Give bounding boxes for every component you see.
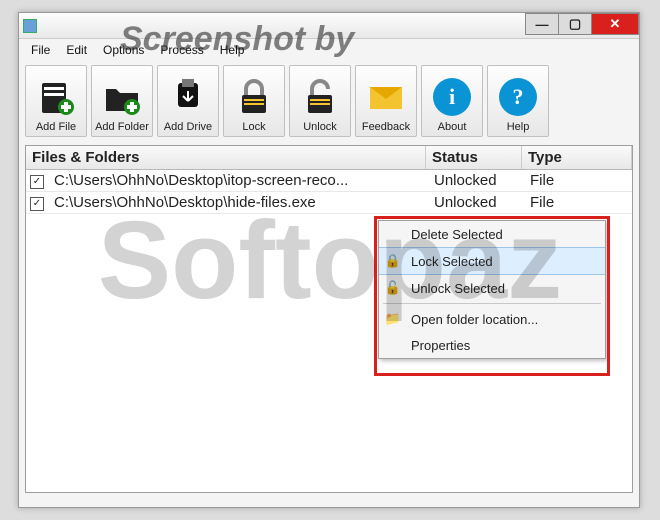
add-drive-button[interactable]: Add Drive bbox=[157, 65, 219, 137]
row-path: C:\Users\OhhNo\Desktop\itop-screen-reco.… bbox=[48, 170, 428, 191]
menubar: File Edit Options Process Help bbox=[19, 39, 639, 61]
menu-help[interactable]: Help bbox=[212, 41, 253, 59]
toolbar-label: Feedback bbox=[362, 121, 410, 133]
maximize-button[interactable]: ▢ bbox=[558, 13, 592, 35]
folder-add-icon bbox=[102, 77, 142, 117]
unlock-icon: 🔓 bbox=[383, 280, 403, 296]
col-header-type[interactable]: Type bbox=[522, 146, 632, 169]
ctx-open-location[interactable]: 📁 Open folder location... bbox=[379, 306, 605, 332]
help-button[interactable]: ? Help bbox=[487, 65, 549, 137]
info-icon: i bbox=[432, 77, 472, 117]
ctx-properties[interactable]: Properties bbox=[379, 332, 605, 358]
ctx-label: Lock Selected bbox=[411, 254, 493, 269]
minimize-button[interactable]: — bbox=[525, 13, 559, 35]
about-button[interactable]: i About bbox=[421, 65, 483, 137]
row-status: Unlocked bbox=[428, 170, 524, 191]
feedback-button[interactable]: Feedback bbox=[355, 65, 417, 137]
add-folder-button[interactable]: Add Folder bbox=[91, 65, 153, 137]
menu-process[interactable]: Process bbox=[152, 41, 211, 59]
toolbar-label: Add File bbox=[36, 121, 76, 133]
row-type: File bbox=[524, 170, 632, 191]
ctx-label: Properties bbox=[411, 338, 470, 353]
col-header-status[interactable]: Status bbox=[426, 146, 522, 169]
ctx-delete[interactable]: Delete Selected bbox=[379, 221, 605, 247]
toolbar-label: About bbox=[438, 121, 467, 133]
toolbar-label: Help bbox=[507, 121, 530, 133]
context-menu: Delete Selected 🔒 Lock Selected 🔓 Unlock… bbox=[378, 220, 606, 359]
unlock-icon bbox=[300, 77, 340, 117]
app-icon bbox=[23, 19, 37, 33]
ctx-lock[interactable]: 🔒 Lock Selected bbox=[379, 247, 605, 275]
lock-icon: 🔒 bbox=[383, 253, 403, 269]
row-path: C:\Users\OhhNo\Desktop\hide-files.exe bbox=[48, 192, 428, 213]
row-checkbox[interactable]: ✓ bbox=[30, 175, 44, 189]
window-controls: — ▢ ✕ bbox=[526, 13, 639, 35]
mail-icon bbox=[366, 77, 406, 117]
toolbar-label: Unlock bbox=[303, 121, 337, 133]
ctx-separator bbox=[383, 303, 601, 304]
row-checkbox[interactable]: ✓ bbox=[30, 197, 44, 211]
column-headers: Files & Folders Status Type bbox=[26, 146, 632, 170]
row-type: File bbox=[524, 192, 632, 213]
ctx-unlock[interactable]: 🔓 Unlock Selected bbox=[379, 275, 605, 301]
list-row[interactable]: ✓ C:\Users\OhhNo\Desktop\hide-files.exe … bbox=[26, 192, 632, 214]
file-add-icon bbox=[36, 77, 76, 117]
unlock-button[interactable]: Unlock bbox=[289, 65, 351, 137]
toolbar-label: Add Drive bbox=[164, 121, 212, 133]
toolbar-label: Lock bbox=[242, 121, 265, 133]
usb-drive-icon bbox=[168, 77, 208, 117]
ctx-label: Delete Selected bbox=[411, 227, 503, 242]
row-status: Unlocked bbox=[428, 192, 524, 213]
ctx-label: Open folder location... bbox=[411, 312, 538, 327]
ctx-label: Unlock Selected bbox=[411, 281, 505, 296]
close-button[interactable]: ✕ bbox=[591, 13, 639, 35]
menu-file[interactable]: File bbox=[23, 41, 58, 59]
help-icon: ? bbox=[498, 77, 538, 117]
menu-options[interactable]: Options bbox=[95, 41, 152, 59]
toolbar-label: Add Folder bbox=[95, 121, 149, 133]
list-row[interactable]: ✓ C:\Users\OhhNo\Desktop\itop-screen-rec… bbox=[26, 170, 632, 192]
col-header-path[interactable]: Files & Folders bbox=[26, 146, 426, 169]
toolbar: Add File Add Folder Add Drive Lock Unloc… bbox=[19, 61, 639, 143]
menu-edit[interactable]: Edit bbox=[58, 41, 95, 59]
lock-icon bbox=[234, 77, 274, 117]
folder-icon: 📁 bbox=[383, 311, 403, 327]
lock-button[interactable]: Lock bbox=[223, 65, 285, 137]
add-file-button[interactable]: Add File bbox=[25, 65, 87, 137]
titlebar: — ▢ ✕ bbox=[19, 13, 639, 39]
